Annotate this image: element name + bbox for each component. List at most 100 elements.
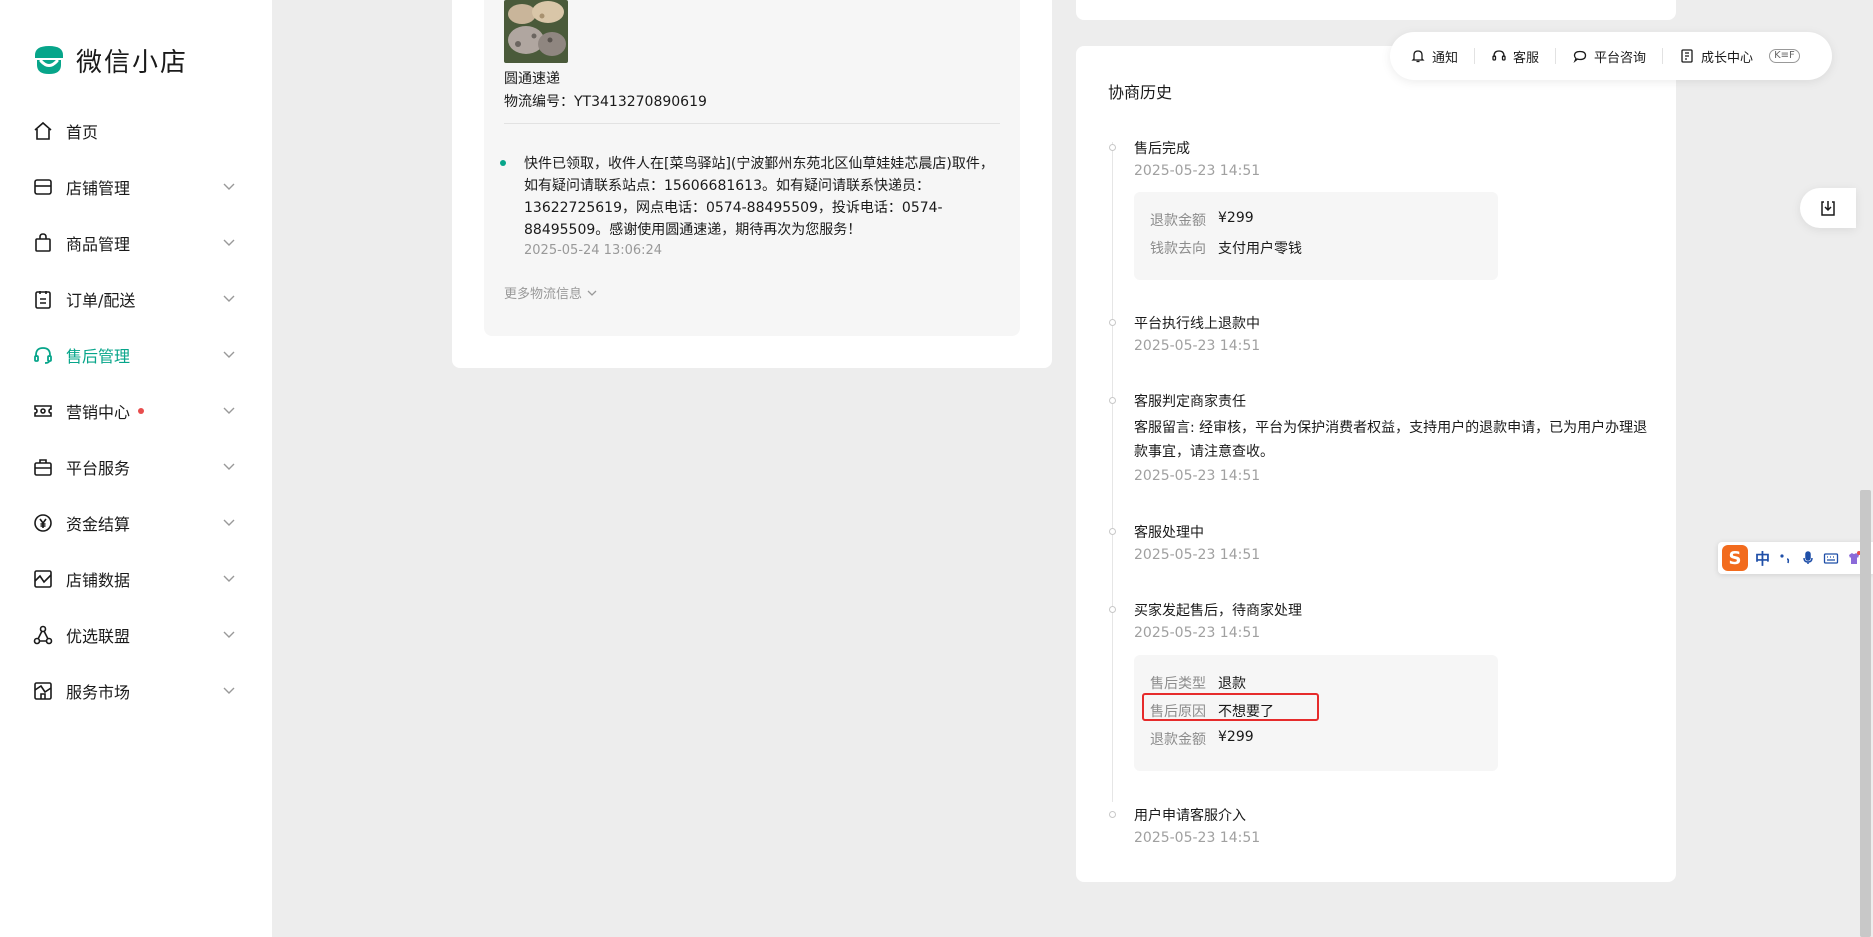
app-logo[interactable]: 微信小店 [32, 40, 188, 80]
sidebar-item-marketing[interactable]: 营销中心 [0, 383, 272, 439]
customer-service-button[interactable]: 客服 [1491, 47, 1539, 66]
carrier-name: 圆通速递 [504, 71, 560, 87]
chevron-down-icon [223, 351, 235, 358]
detail-key: 退款金额 [1150, 213, 1206, 229]
timeline-dot [1109, 606, 1116, 613]
sidebar-item-after-sales[interactable]: 售后管理 [0, 327, 272, 383]
event-title: 客服处理中 [1134, 525, 1204, 541]
timeline-dot [1109, 811, 1116, 818]
briefcase-icon [34, 459, 52, 476]
customer-service-label: 客服 [1513, 50, 1540, 66]
ime-toolbar[interactable]: S 中 [1718, 542, 1873, 574]
chevron-down-icon [223, 631, 235, 638]
microphone-icon[interactable] [1800, 550, 1816, 566]
tracking-number: 物流编号：YT3413270890619 [504, 91, 707, 111]
notification-dot [138, 408, 145, 414]
more-logistics-button[interactable]: 更多物流信息 [504, 283, 598, 302]
sidebar-item-service-market[interactable]: 服务市场 [0, 663, 272, 719]
sidebar: 微信小店 首页 店铺管理 商品管理 订单/配送 售后管理 营销中心 平台服务 资… [0, 0, 272, 937]
info-card [1076, 0, 1676, 20]
logistics-event-text: 快件已领取，收件人在[菜鸟驿站](宁波鄞州东苑北区仙草娃娃芯晨店)取件，如有疑问… [524, 156, 994, 238]
timeline-line [1112, 142, 1113, 802]
event-time: 2025-05-23 14:51 [1134, 547, 1261, 563]
logistics-card: 圆通速递 物流编号：YT3413270890619 快件已领取，收件人在[菜鸟驿… [452, 0, 1052, 368]
toolbar-divider [1555, 48, 1557, 64]
detail-row: 退款金额 ¥299 [1150, 729, 1254, 749]
notify-label: 通知 [1432, 50, 1459, 66]
platform-consult-label: 平台咨询 [1594, 50, 1647, 66]
ime-language[interactable]: 中 [1755, 548, 1770, 569]
event-details: 售后类型 退款 售后原因 不想要了 退款金额 ¥299 [1134, 655, 1498, 771]
growth-center-button[interactable]: 成长中心 [1679, 47, 1753, 66]
event-title: 客服判定商家责任 [1134, 394, 1246, 410]
sidebar-item-platform-services[interactable]: 平台服务 [0, 439, 272, 495]
sidebar-item-orders[interactable]: 订单/配送 [0, 271, 272, 327]
sidebar-item-label: 服务市场 [66, 683, 131, 702]
chevron-down-icon [223, 519, 235, 526]
sidebar-item-home[interactable]: 首页 [0, 103, 272, 159]
chevron-down-icon [223, 407, 235, 414]
sogou-logo-icon[interactable]: S [1722, 545, 1748, 571]
home-icon [34, 121, 52, 140]
timeline-dot [1109, 144, 1116, 151]
sidebar-item-products[interactable]: 商品管理 [0, 215, 272, 271]
detail-key: 退款金额 [1150, 732, 1206, 748]
ticket-icon [34, 405, 52, 417]
toolbar-divider [1474, 48, 1476, 64]
product-thumbnail[interactable] [504, 0, 568, 63]
sidebar-item-label: 订单/配送 [66, 291, 136, 310]
logistics-panel: 圆通速递 物流编号：YT3413270890619 快件已领取，收件人在[菜鸟驿… [484, 0, 1020, 336]
growth-center-label: 成长中心 [1701, 50, 1754, 66]
detail-key: 售后类型 [1150, 676, 1206, 692]
event-time: 2025-05-23 14:51 [1134, 830, 1261, 846]
punctuation-icon[interactable] [1777, 550, 1793, 566]
event-note: 客服留言: 经审核，平台为保护消费者权益，支持用户的退款申请，已为用户办理退款事… [1134, 420, 1648, 460]
notify-button[interactable]: 通知 [1410, 47, 1458, 66]
network-icon [33, 625, 53, 645]
tracking-value[interactable]: YT3413270890619 [574, 94, 707, 110]
headset-icon [1492, 50, 1506, 61]
sidebar-item-label: 商品管理 [66, 235, 131, 254]
chevron-down-icon [223, 463, 235, 470]
detail-row: 钱款去向 支付用户零钱 [1150, 238, 1302, 258]
sidebar-item-settlement[interactable]: 资金结算 [0, 495, 272, 551]
scrollbar-thumb[interactable] [1860, 490, 1871, 937]
export-button[interactable] [1800, 188, 1856, 228]
event-time: 2025-05-23 14:51 [1134, 338, 1261, 354]
tracking-label: 物流编号： [504, 94, 574, 110]
sidebar-item-label: 平台服务 [66, 459, 131, 478]
sidebar-item-store-data[interactable]: 店铺数据 [0, 551, 272, 607]
platform-consult-button[interactable]: 平台咨询 [1572, 47, 1646, 66]
clipboard-icon [35, 291, 51, 309]
event-title: 售后完成 [1134, 141, 1190, 157]
sidebar-item-store[interactable]: 店铺管理 [0, 159, 272, 215]
toolbar-divider [1662, 48, 1664, 64]
detail-row: 售后类型 退款 [1150, 673, 1246, 693]
chevron-down-icon [587, 290, 597, 296]
chart-icon [34, 570, 52, 588]
yen-coin-icon [34, 514, 52, 532]
sidebar-item-label: 店铺数据 [66, 571, 131, 590]
section-title: 协商历史 [1108, 83, 1173, 102]
bag-icon [35, 233, 51, 252]
sidebar-item-label: 售后管理 [66, 347, 131, 366]
timeline-dot [1109, 319, 1116, 326]
event-details: 退款金额 ¥299 钱款去向 支付用户零钱 [1134, 192, 1498, 280]
chevron-down-icon [223, 239, 235, 246]
more-logistics-label: 更多物流信息 [504, 287, 583, 302]
headset-icon [34, 347, 52, 364]
event-title: 用户申请客服介入 [1134, 808, 1246, 824]
keyboard-icon[interactable] [1823, 550, 1839, 566]
event-title: 买家发起售后，待商家处理 [1134, 603, 1302, 619]
sidebar-item-label: 首页 [66, 123, 99, 142]
app-name: 微信小店 [76, 47, 189, 78]
timeline-dot [500, 160, 506, 166]
chevron-down-icon [223, 687, 235, 694]
top-toolbar: 通知 客服 平台咨询 成长中心 K≡F [1390, 32, 1832, 80]
sidebar-item-alliance[interactable]: 优选联盟 [0, 607, 272, 663]
keyboard-badge: K≡F [1769, 49, 1800, 63]
chevron-down-icon [223, 575, 235, 582]
detail-key: 钱款去向 [1150, 241, 1206, 257]
sidebar-nav: 首页 店铺管理 商品管理 订单/配送 售后管理 营销中心 平台服务 资金结算 店… [0, 103, 272, 719]
sidebar-item-label: 店铺管理 [66, 179, 131, 198]
